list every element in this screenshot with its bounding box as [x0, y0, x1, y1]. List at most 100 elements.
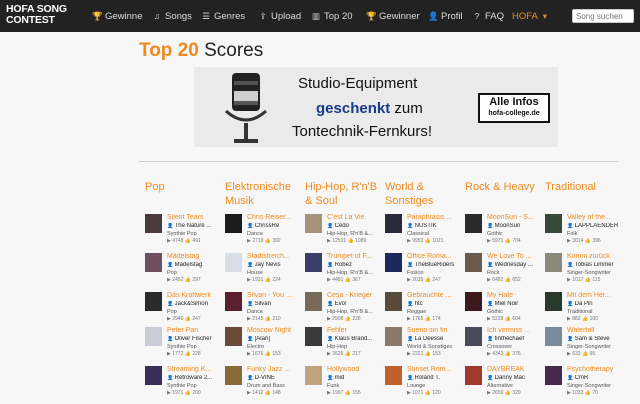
song-cover-thumbnail[interactable]	[145, 292, 162, 311]
song-artist[interactable]: 👤 Oliver Fischer	[167, 336, 225, 342]
song-cover-thumbnail[interactable]	[385, 327, 402, 346]
banner-cta-box[interactable]: Alle Infos hofa-college.de	[478, 93, 550, 123]
song-entry[interactable]: Silvan - You ... 👤 Silvan Dance ▶ 2145 👍 21…	[225, 292, 305, 326]
song-title-link[interactable]: Peter Pan	[167, 327, 225, 334]
song-entry[interactable]: Hollywood 👤 mid Funk ▶ 1997 👍 155	[305, 366, 385, 400]
song-cover-thumbnail[interactable]	[145, 214, 162, 233]
song-title-link[interactable]: Paraphrasis ...	[407, 214, 465, 221]
song-entry[interactable]: Chris Reiser... 👤 ChrissRe Dance ▶ 2719 👍 3…	[225, 214, 305, 248]
song-artist[interactable]: 👤 mid	[327, 375, 385, 381]
song-cover-thumbnail[interactable]	[545, 214, 562, 233]
song-entry[interactable]: Psychotherapy 👤 CmR Singer-Songwriter ▶ 103…	[545, 366, 625, 400]
song-title-link[interactable]: My Hate	[487, 292, 545, 299]
nav-item-gewinne[interactable]: 🏆 Gewinne	[92, 0, 143, 32]
song-cover-thumbnail[interactable]	[145, 327, 162, 346]
song-title-link[interactable]: Gebrauchte ...	[407, 292, 465, 299]
song-entry[interactable]: We Love To ... 👤 Wednesday ... Rock ▶ 6482 …	[465, 253, 545, 287]
song-cover-thumbnail[interactable]	[385, 292, 402, 311]
song-artist[interactable]: 👤 LAPPLAENDER	[567, 223, 625, 229]
song-entry[interactable]: My Hate 👤 Miel Noir Gothic ▶ 5239 👍 604	[465, 292, 545, 326]
song-cover-thumbnail[interactable]	[305, 292, 322, 311]
nav-item-genres[interactable]: ☰ Genres	[201, 0, 245, 32]
nav-item-gewinner[interactable]: 🏆 Gewinner	[366, 0, 420, 32]
song-artist[interactable]: 👤 Danny Mac	[487, 375, 545, 381]
song-artist[interactable]: 👤 CmR	[567, 375, 625, 381]
song-cover-thumbnail[interactable]	[545, 253, 562, 272]
song-artist[interactable]: 👤 Klaus Brand...	[327, 336, 385, 342]
song-entry[interactable]: Sueno sin fin 👤 La Déesse World & Sonstige…	[385, 327, 465, 361]
genre-column-heading[interactable]: World & Sonstiges	[385, 181, 463, 211]
song-title-link[interactable]: Ich vermiss ...	[487, 327, 545, 334]
song-title-link[interactable]: Silvan - You ...	[247, 292, 305, 299]
song-artist[interactable]: 👤 Jay Nevis	[247, 262, 305, 268]
song-title-link[interactable]: C'est La Vie	[327, 214, 385, 221]
song-artist[interactable]: 👤 Cedo	[327, 223, 385, 229]
song-title-link[interactable]: Funky Jazz ...	[247, 366, 305, 373]
song-cover-thumbnail[interactable]	[305, 253, 322, 272]
hofa-logo[interactable]: HOFA SONG CONTEST	[6, 4, 86, 28]
song-title-link[interactable]: Sunset Rom...	[407, 366, 465, 373]
song-title-link[interactable]: MoonSun - S...	[487, 214, 545, 221]
song-entry[interactable]: Komm zurück 👤 Tobias Limmer Singer-Songwri…	[545, 253, 625, 287]
song-entry[interactable]: Office Roma... 👤 TheBlueRiders Fusion ▶ 203…	[385, 253, 465, 287]
song-artist[interactable]: 👤 Miel Noir	[487, 301, 545, 307]
nav-item-profil[interactable]: 👤 Profil	[428, 0, 463, 32]
song-artist[interactable]: 👤 [Alan]	[247, 336, 305, 342]
song-title-link[interactable]: Moscow Night	[247, 327, 305, 334]
genre-column-heading[interactable]: Rock & Heavy	[465, 181, 543, 211]
song-artist[interactable]: 👤 Silvan	[247, 301, 305, 307]
genre-column-heading[interactable]: Elektronische Musik	[225, 181, 303, 211]
song-title-link[interactable]: Das Kraftwerk	[167, 292, 225, 299]
nav-item-upload[interactable]: ⇪ Upload	[258, 0, 301, 32]
song-artist[interactable]: 👤 TheBlueRiders	[407, 262, 465, 268]
song-artist[interactable]: 👤 Wednesday ...	[487, 262, 545, 268]
song-title-link[interactable]: Stadtstreich...	[247, 253, 305, 260]
song-entry[interactable]: Valley of the... 👤 LAPPLAENDER Folk ▶ 3014 …	[545, 214, 625, 248]
song-entry[interactable]: Stadtstreich... 👤 Jay Nevis House ▶ 1931 👍 …	[225, 253, 305, 287]
song-entry[interactable]: Waterfall 👤 Sam & Steve Singer-Songwriter ▶…	[545, 327, 625, 361]
nav-item-songs[interactable]: ♫ Songs	[152, 0, 192, 32]
song-entry[interactable]: C'est La Vie 👤 Cedo Hip-Hop, R'n'B &... ▶ 1…	[305, 214, 385, 248]
nav-item-faq[interactable]: ? FAQ	[472, 0, 504, 32]
song-title-link[interactable]: Komm zurück	[567, 253, 625, 260]
song-entry[interactable]: Silent Tears 👤 The Nature ... Synthie Pop ▶…	[145, 214, 225, 248]
song-entry[interactable]: Funky Jazz ... 👤 D-VINE Drum and Bass ▶ 141…	[225, 366, 305, 400]
song-title-link[interactable]: Sueno sin fin	[407, 327, 465, 334]
song-cover-thumbnail[interactable]	[545, 292, 562, 311]
song-entry[interactable]: Das Kraftwerk 👤 Jack&Simon Pop ▶ 2940 👍 247	[145, 292, 225, 326]
song-artist[interactable]: 👤 MoonSun	[487, 223, 545, 229]
song-entry[interactable]: Cesa - Krieger 👤 Evo! Hip-Hop, R'n'B &... ▶…	[305, 292, 385, 326]
song-cover-thumbnail[interactable]	[145, 253, 162, 272]
song-entry[interactable]: MoonSun - S... 👤 MoonSun Gothic ▶ 5971 👍 70…	[465, 214, 545, 248]
song-cover-thumbnail[interactable]	[305, 327, 322, 346]
song-cover-thumbnail[interactable]	[225, 253, 242, 272]
song-entry[interactable]: Mit dem Her... 👤 Da Piri Traditional ▶ 882 …	[545, 292, 625, 326]
song-entry[interactable]: Trumpet of F... 👤 Robez Hip-Hop, R'n'B &..…	[305, 253, 385, 287]
song-title-link[interactable]: Streaming K...	[167, 366, 225, 373]
song-entry[interactable]: Ich vermiss ... 👤 finthechaef Crossover ▶ 4…	[465, 327, 545, 361]
song-artist[interactable]: 👤 Sam & Steve	[567, 336, 625, 342]
song-artist[interactable]: 👤 D-VINE	[247, 375, 305, 381]
genre-column-heading[interactable]: Pop	[145, 181, 223, 211]
nav-item-hofa[interactable]: HOFA ▾	[512, 0, 553, 32]
song-artist[interactable]: 👤 Jack&Simon	[167, 301, 225, 307]
nav-item-top-20[interactable]: ▥ Top 20	[311, 0, 353, 32]
song-cover-thumbnail[interactable]	[225, 214, 242, 233]
song-entry[interactable]: Moscow Night 👤 [Alan] Electro ▶ 1676 👍 153	[225, 327, 305, 361]
song-artist[interactable]: 👤 Retroware 2...	[167, 375, 225, 381]
song-title-link[interactable]: Hollywood	[327, 366, 385, 373]
song-artist[interactable]: 👤 The Nature ...	[167, 223, 225, 229]
song-artist[interactable]: 👤 ChrissRe	[247, 223, 305, 229]
song-entry[interactable]: Fehler 👤 Klaus Brand... Hip-Hop ▶ 2626 👍 21…	[305, 327, 385, 361]
song-title-link[interactable]: We Love To ...	[487, 253, 545, 260]
song-cover-thumbnail[interactable]	[465, 214, 482, 233]
song-cover-thumbnail[interactable]	[145, 366, 162, 385]
song-entry[interactable]: Peter Pan 👤 Oliver Fischer Synthie Pop ▶ 17…	[145, 327, 225, 361]
song-title-link[interactable]: Cesa - Krieger	[327, 292, 385, 299]
song-artist[interactable]: 👤 Da Piri	[567, 301, 625, 307]
song-title-link[interactable]: Chris Reiser...	[247, 214, 305, 221]
genre-column-heading[interactable]: Hip-Hop, R'n'B & Soul	[305, 181, 383, 211]
song-cover-thumbnail[interactable]	[465, 327, 482, 346]
song-title-link[interactable]: Mit dem Her...	[567, 292, 625, 299]
song-artist[interactable]: 👤 htc	[407, 301, 465, 307]
